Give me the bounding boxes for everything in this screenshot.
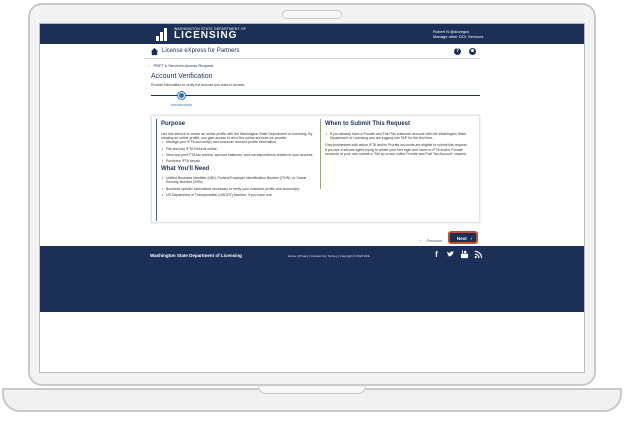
facebook-icon[interactable]: f: [432, 250, 441, 259]
chevron-right-icon: ›: [470, 236, 473, 241]
home-icon[interactable]: [150, 47, 159, 56]
footer-links[interactable]: Home | Privacy | Contact Us | Survey | C…: [288, 254, 370, 258]
purpose-list: Manage your IFTA account(s) and customer…: [161, 140, 316, 163]
app-title[interactable]: License eXpress for Partners: [162, 48, 239, 54]
next-label: Next: [457, 236, 467, 241]
chevron-left-icon: ‹: [148, 63, 150, 68]
main-content: ‹ PRFT e Services Access Request Account…: [144, 59, 480, 246]
breadcrumb-label: PRFT e Services Access Request: [153, 63, 214, 68]
progress-line: [151, 95, 480, 96]
previous-button[interactable]: ‹ Previous: [420, 238, 442, 243]
list-item: View and print FTA tax returns, account …: [161, 153, 316, 157]
list-item: Unified Business Identifier (UBI), Feder…: [161, 176, 316, 184]
base-notch: [258, 386, 366, 394]
logo-text-big: LICENSING: [174, 30, 238, 41]
list-item: Purchase IFTA decals.: [161, 159, 316, 163]
purpose-heading: Purpose: [161, 121, 186, 127]
footer-org-name: Washington State Department of Licensing: [150, 253, 242, 258]
youtube-icon[interactable]: [460, 250, 469, 259]
next-button[interactable]: Next ›: [448, 231, 478, 244]
need-heading: What You'll Need: [161, 166, 210, 173]
page-title: Account Verification: [151, 73, 213, 80]
previous-label: Previous: [426, 238, 443, 243]
when-note-1: Only businesses with active IFTA and/or …: [325, 143, 468, 148]
list-item: US Department of Transportation (USDOT) …: [161, 193, 316, 197]
user-profile-icon[interactable]: [469, 48, 476, 55]
when-note-2: If you are a service agent trying to cre…: [325, 147, 467, 156]
screen: WASHINGTON STATE DEPARTMENT OF LICENSING…: [39, 23, 585, 373]
help-icon[interactable]: ?: [454, 48, 461, 55]
rss-icon[interactable]: [474, 250, 483, 259]
nav-bar: License eXpress for Partners ?: [144, 45, 480, 59]
breadcrumb[interactable]: ‹ PRFT e Services Access Request: [148, 63, 213, 68]
when-panel: When to Submit This Request If you alrea…: [320, 119, 477, 189]
logo-mark-icon: [156, 27, 170, 41]
step-label-introduction[interactable]: Introduction: [171, 102, 192, 107]
when-heading: When to Submit This Request: [325, 121, 410, 127]
twitter-icon[interactable]: [446, 250, 455, 259]
camera-notch: [282, 10, 342, 19]
need-list: Unified Business Identifier (UBI), Feder…: [161, 176, 316, 197]
purpose-panel: Purpose Use this service to create an on…: [156, 119, 316, 221]
top-header: WASHINGTON STATE DEPARTMENT OF LICENSING…: [40, 24, 584, 44]
list-item: Business specific information necessary …: [161, 187, 316, 191]
list-item: If you already have a Prorate and Fuel T…: [325, 132, 477, 140]
purpose-intro: Use this service to create an online pro…: [161, 132, 313, 141]
social-links: f: [432, 250, 483, 259]
info-card: Purpose Use this service to create an on…: [151, 115, 480, 223]
step-indicator: [178, 92, 185, 99]
page-bottom-area: [40, 312, 584, 372]
chevron-left-icon: ‹: [420, 238, 422, 243]
footer: Washington State Department of Licensing…: [40, 246, 584, 312]
when-list: If you already have a Prorate and Fuel T…: [325, 132, 477, 140]
list-item: File and pay IFTA Returns online.: [161, 147, 316, 151]
page-subtitle: Provide information to verify the accoun…: [151, 83, 246, 87]
next-button-inner: Next ›: [451, 234, 475, 241]
list-item: Manage your IFTA account(s) and customer…: [161, 140, 316, 144]
manage-services-link[interactable]: Manage other DOL Services: [433, 34, 483, 39]
dol-logo[interactable]: WASHINGTON STATE DEPARTMENT OF LICENSING: [156, 27, 246, 41]
